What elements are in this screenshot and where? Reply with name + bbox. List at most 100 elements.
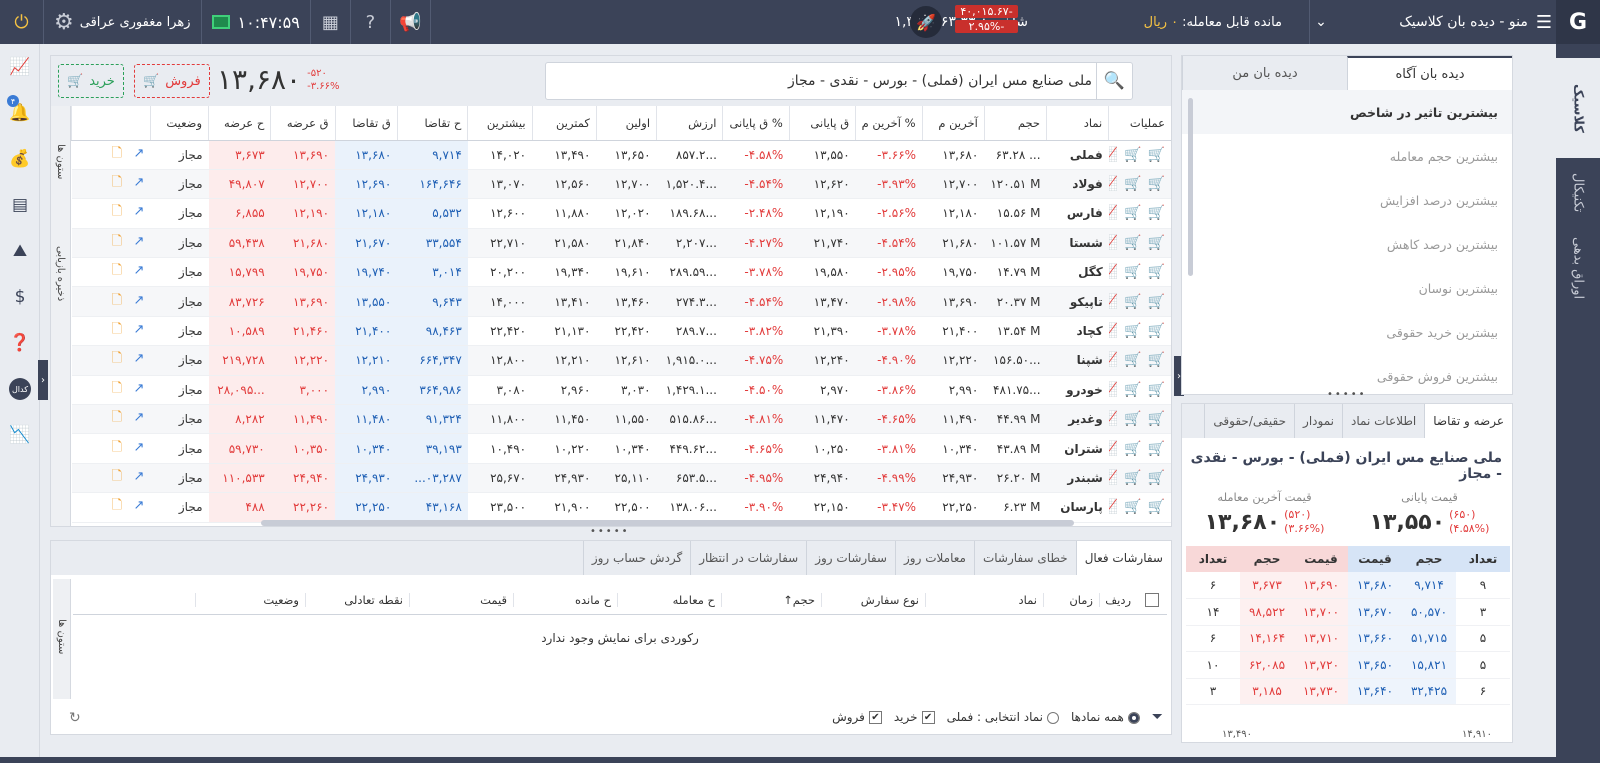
tab-aware-watch[interactable]: دیده بان آگاه [1347,56,1512,90]
column-header[interactable]: نماد [1046,106,1109,141]
sell-cart-icon[interactable]: 🛒 [1124,470,1141,486]
external-link-icon[interactable]: ↗ [134,175,145,190]
select-all-checkbox[interactable] [1145,592,1159,607]
orders-column-header[interactable]: زمان [1043,592,1099,607]
buy-button[interactable]: خرید 🛒 [58,64,124,98]
watchlist-item[interactable]: بیشترین درصد افزایش [1182,178,1512,222]
codal-icon[interactable]: کدال [0,366,40,412]
orders-column-header[interactable]: نوع سفارش [821,592,925,607]
document-icon[interactable]: 🗋 [112,234,122,249]
column-header[interactable] [71,106,151,141]
order-book-row[interactable]: ۵ ۵۱,۷۱۵ ۱۳,۶۶۰ ۱۳,۷۱۰ ۱۴,۱۶۴ ۶ [1186,625,1510,652]
filter-icon[interactable]: ⏷ [1152,709,1163,725]
vertical-scrollbar[interactable] [1188,98,1193,276]
external-link-icon[interactable]: ↗ [134,351,145,366]
symbol-cell[interactable]: فارس [1046,198,1109,229]
report-chart-icon[interactable]: 📉 [0,412,40,458]
chart-icon[interactable]: 📈 [1109,294,1118,310]
external-link-icon[interactable]: ↗ [134,381,145,396]
main-menu[interactable]: ☰ منو - دیده بان کلاسیک [1399,0,1552,44]
orders-columns-toggle[interactable]: ستون ها [56,619,67,654]
external-link-icon[interactable]: ↗ [134,440,145,455]
table-row[interactable]: 📈🛒🛒پارسان۶.۲۳ M۲۲,۲۵۰-۳.۴۷%۲۲,۱۵۰-۳.۹۰%۱… [71,492,1171,523]
chart-icon[interactable]: 📈 [1109,176,1118,192]
chart-icon[interactable]: 📈 [1109,499,1118,515]
table-row[interactable]: 📈🛒🛒فولاد۱۲۰.۵۱ M۱۲,۷۰۰-۳.۹۳%۱۲,۶۲۰-۴.۵۴%… [71,169,1171,200]
tab-depth-2[interactable]: نمودار [1294,404,1342,438]
sell-button[interactable]: فروش 🛒 [134,64,210,98]
menu-title[interactable]: منو - دیده بان کلاسیک [1399,14,1528,30]
symbol-cell[interactable]: پارسان [1046,492,1109,523]
chart-icon[interactable]: 📈 [1109,323,1118,339]
column-header[interactable]: کمترین [531,106,597,141]
column-header[interactable]: عملیات [1108,106,1171,141]
message-question-icon[interactable]: ❓ [0,320,40,366]
tab-orders-3[interactable]: سفارشات روز [806,541,895,575]
column-header[interactable]: بیشترین [467,106,533,141]
horizontal-scrollbar[interactable] [261,520,1074,526]
column-header[interactable]: اولین [595,106,657,141]
table-row[interactable]: 📈🛒🛒کگل۱۴.۷۹ M۱۹,۷۵۰-۲.۹۵%۱۹,۵۸۰-۳.۷۸%۲۸۹… [71,257,1171,288]
external-link-icon[interactable]: ↗ [134,234,145,249]
tab-depth-3[interactable]: حقیقی/حقوقی [1204,404,1294,438]
filter-buy-checkbox[interactable]: ✔خرید [894,710,935,724]
document-icon[interactable]: 🗋 [112,469,122,484]
watchlist-item[interactable]: بیشترین حجم معامله [1182,134,1512,178]
document-icon[interactable]: 🗋 [112,498,122,513]
orders-column-header[interactable]: قیمت [409,592,513,607]
sell-cart-icon[interactable]: 🛒 [1124,147,1141,163]
chart-icon[interactable]: 📈 [1109,264,1118,280]
symbol-cell[interactable]: کگل [1046,257,1109,288]
symbol-cell[interactable]: کچاد [1046,316,1109,347]
orders-column-header[interactable]: ح معامله [617,592,721,607]
hamburger-icon[interactable]: ☰ [1536,12,1552,33]
table-row[interactable]: 📈🛒🛒فارس۱۵.۵۶ M۱۲,۱۸۰-۲.۵۶%۱۲,۱۹۰-۲.۴۸%۱۸… [71,198,1171,229]
column-header[interactable]: % ق پایانی [722,106,790,141]
orders-column-header[interactable]: نماد [925,592,1043,607]
external-link-icon[interactable]: ↗ [134,263,145,278]
table-row[interactable]: 📈🛒🛒شتران۴۳.۸۹ M۱۰,۳۴۰-۳.۸۱%۱۰,۲۵۰-۴.۶۵%۴… [71,433,1171,464]
order-book-row[interactable]: ۹ ۹,۷۱۴ ۱۳,۶۸۰ ۱۳,۶۹۰ ۳,۶۷۳ ۶ [1186,572,1510,599]
symbol-cell[interactable]: شتران [1046,433,1109,464]
document-icon[interactable]: 🗋 [112,410,122,425]
table-row[interactable]: 📈🛒🛒کچاد۱۳.۵۴ M۲۱,۴۰۰-۳.۷۸%۲۱,۳۹۰-۳.۸۲%۲۸… [71,316,1171,347]
external-link-icon[interactable]: ↗ [134,410,145,425]
document-icon[interactable]: 🗋 [112,263,122,278]
sell-cart-icon[interactable]: 🛒 [1124,235,1141,251]
sell-cart-icon[interactable]: 🛒 [1124,323,1141,339]
document-icon[interactable]: 🗋 [112,351,122,366]
tab-orders-0[interactable]: سفارشات فعال [1075,541,1171,575]
buy-cart-icon[interactable]: 🛒 [1148,382,1165,398]
layout-grid-icon[interactable]: ▦ [311,0,351,44]
orders-column-header[interactable]: حجم↑ [721,592,821,607]
filter-selected-radio[interactable]: نماد انتخابی : فملی [947,710,1060,724]
column-header[interactable]: ح عرضه [208,106,271,141]
chart-icon[interactable]: 📈 [1109,470,1118,486]
external-link-icon[interactable]: ↗ [134,204,145,219]
document-icon[interactable]: 🗋 [112,322,122,337]
document-icon[interactable]: 🗋 [112,293,122,308]
order-book-row[interactable]: ۵ ۱۵,۸۲۱ ۱۳,۶۵۰ ۱۳,۷۲۰ ۶۲,۰۸۵ ۱۰ [1186,651,1510,679]
tab-technical[interactable]: تکنیکال [1556,158,1600,228]
dollar-icon[interactable]: $ [0,274,40,320]
money-bag-icon[interactable]: 💰 [0,136,40,182]
symbol-cell[interactable]: فملی [1046,140,1109,170]
tab-classic[interactable]: کلاسیک [1556,58,1600,158]
buy-cart-icon[interactable]: 🛒 [1148,352,1165,368]
checkbox-checked[interactable]: ✔ [868,711,882,724]
radio-on[interactable] [1127,711,1140,724]
sell-cart-icon[interactable]: 🛒 [1124,352,1141,368]
orders-column-header[interactable]: ح مانده [513,592,617,607]
document-icon[interactable]: 🗋 [112,175,122,190]
notification-bell-icon[interactable]: 🔔 ۴ [0,90,40,136]
buy-cart-icon[interactable]: 🛒 [1148,470,1165,486]
chart-icon[interactable]: 📈 [1109,441,1118,457]
buy-cart-icon[interactable]: 🛒 [1148,176,1165,192]
buy-cart-icon[interactable]: 🛒 [1148,411,1165,427]
rocket-icon[interactable]: 🚀 [910,6,942,38]
watchlist-item[interactable]: بیشترین تاثیر در شاخص [1182,90,1512,134]
tab-bonds[interactable]: اوراق بدهی [1556,228,1600,308]
document-icon[interactable]: 🗋 [112,204,122,219]
table-row[interactable]: 📈🛒🛒شستا۱۰۱.۵۷ M۲۱,۶۸۰-۴.۵۴%۲۱,۷۴۰-۴.۲۷%۲… [71,228,1171,259]
symbol-cell[interactable]: شپنا [1046,345,1109,376]
